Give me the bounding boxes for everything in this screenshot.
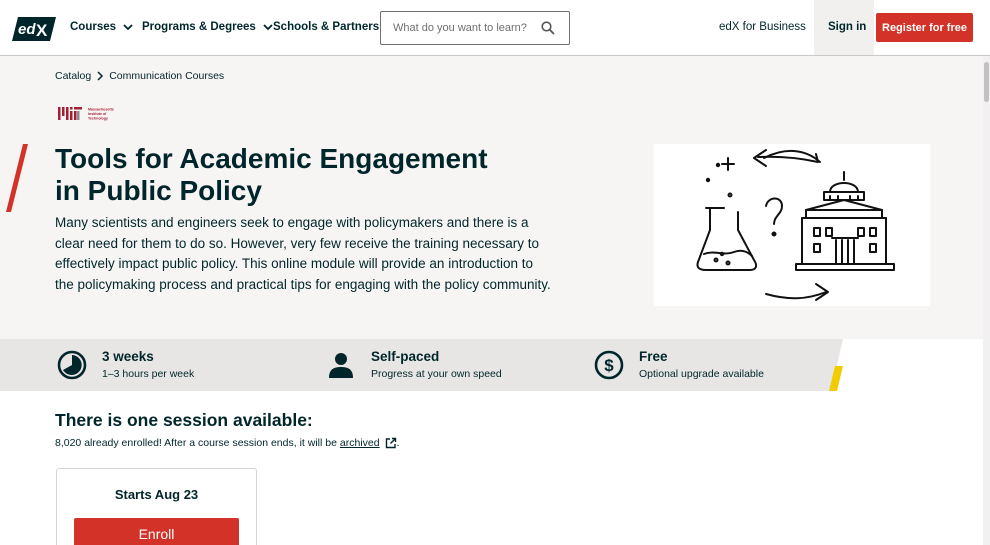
nav-courses-label: Courses <box>70 21 117 33</box>
chevron-down-icon <box>123 24 133 31</box>
page-scrollbar[interactable] <box>983 56 990 545</box>
scrollbar-thumb[interactable] <box>984 62 989 102</box>
enrolled-period: . <box>396 437 400 449</box>
person-icon <box>329 353 353 378</box>
search-box <box>380 11 570 45</box>
svg-text:$: $ <box>604 356 614 375</box>
sessions-enrolled-info: 8,020 already enrolled! After a course s… <box>55 437 400 449</box>
clock-icon <box>57 350 87 380</box>
stat-pacing-subtitle: Progress at your own speed <box>371 368 502 380</box>
stat-price: $ Free Optional upgrade available <box>594 339 834 391</box>
edx-for-business-link[interactable]: edX for Business <box>719 21 806 33</box>
stat-duration: 3 weeks 1–3 hours per week <box>57 339 297 391</box>
stat-pacing: Self-paced Progress at your own speed <box>326 339 566 391</box>
session-start-date: Starts Aug 23 <box>114 487 199 502</box>
course-stats-band: 3 weeks 1–3 hours per week Self-paced Pr… <box>0 339 983 391</box>
search-icon[interactable] <box>541 21 555 35</box>
dollar-icon: $ <box>594 350 624 380</box>
stat-price-subtitle: Optional upgrade available <box>639 368 764 380</box>
svg-text:Institute of: Institute of <box>88 112 107 116</box>
stat-duration-title: 3 weeks <box>102 349 154 364</box>
stat-price-title: Free <box>639 349 668 364</box>
enrolled-text: 8,020 already enrolled! After a course s… <box>55 437 337 449</box>
nav-programs[interactable]: Programs & Degrees <box>142 21 274 33</box>
sign-in-button[interactable]: Sign in <box>828 21 866 33</box>
nav-courses[interactable]: Courses <box>70 21 134 33</box>
svg-text:ed: ed <box>18 21 36 38</box>
enroll-button[interactable]: Enroll <box>74 518 239 545</box>
sessions-heading: There is one session available: <box>55 410 313 430</box>
nav-schools[interactable]: Schools & Partners <box>273 21 379 33</box>
course-title-line1: Tools for Academic Engagement <box>55 143 488 174</box>
accent-slash <box>6 144 28 212</box>
svg-text:Massachusetts: Massachusetts <box>88 108 114 112</box>
session-card: Starts Aug 23 Enroll <box>56 468 257 545</box>
mit-logo[interactable]: Massachusetts Institute of Technology <box>58 106 124 122</box>
archived-link[interactable]: archived <box>340 437 380 449</box>
search-input[interactable] <box>381 12 541 44</box>
breadcrumb: Catalog Communication Courses <box>55 70 224 82</box>
breadcrumb-communication[interactable]: Communication Courses <box>109 70 224 82</box>
stat-pacing-title: Self-paced <box>371 349 440 364</box>
breadcrumb-catalog[interactable]: Catalog <box>55 70 91 82</box>
course-title-line2: in Public Policy <box>55 175 262 206</box>
course-title: Tools for Academic Engagement in Public … <box>55 143 575 207</box>
course-description: Many scientists and engineers seek to en… <box>55 215 551 292</box>
nav-schools-label: Schools & Partners <box>273 21 380 33</box>
stat-duration-subtitle: 1–3 hours per week <box>102 368 195 380</box>
policy-science-illustration <box>696 149 895 301</box>
edx-logo[interactable]: ed X <box>12 16 56 42</box>
svg-text:X: X <box>36 21 48 40</box>
chevron-down-icon <box>263 24 273 31</box>
external-link-icon[interactable] <box>385 437 397 449</box>
chevron-right-icon <box>97 71 104 81</box>
svg-text:Technology: Technology <box>88 117 108 121</box>
site-header: ed X Courses Programs & Degrees Schools … <box>0 0 990 56</box>
nav-programs-label: Programs & Degrees <box>142 21 256 33</box>
course-illustration <box>654 144 930 306</box>
register-button[interactable]: Register for free <box>876 13 973 42</box>
